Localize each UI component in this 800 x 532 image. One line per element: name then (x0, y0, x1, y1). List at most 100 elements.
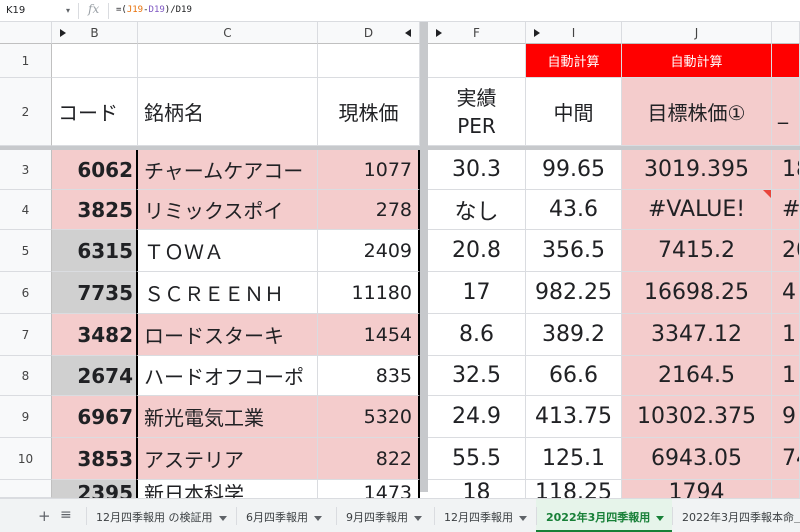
cell-price[interactable]: 11180 (318, 272, 420, 314)
row-header[interactable]: 2 (0, 78, 52, 146)
tab-menu-chevron-icon[interactable] (656, 515, 665, 521)
row-header[interactable]: 1 (0, 44, 52, 78)
cell-price[interactable]: 278 (318, 190, 420, 230)
cell-price[interactable]: 5320 (318, 396, 420, 438)
cell-i1-auto-calc[interactable]: 自動計算 (526, 44, 622, 78)
cell-per[interactable]: なし (428, 190, 526, 230)
tab-menu-chevron-icon[interactable] (519, 515, 527, 521)
cell-target[interactable]: #VALUE! (622, 190, 772, 230)
cell-name[interactable]: ハードオフコーポ (136, 356, 318, 396)
cell-mid[interactable]: 982.25 (526, 272, 622, 314)
frozen-columns-divider[interactable] (420, 22, 428, 492)
collapse-left-icon[interactable] (405, 29, 411, 37)
cell-k[interactable]: 1 (772, 356, 800, 396)
cell-c1[interactable] (138, 44, 318, 78)
cell-name[interactable]: ＴＯＷＡ (136, 230, 318, 272)
cell-target[interactable]: 3019.395 (622, 150, 772, 190)
cell-per[interactable]: 55.5 (428, 438, 526, 480)
column-header-k[interactable] (772, 22, 800, 44)
sheet-tab[interactable]: 6月四季報用 (236, 499, 336, 532)
cell-name[interactable]: ＳＣＲＥＥＮＨ (136, 272, 318, 314)
cell-per[interactable]: 30.3 (428, 150, 526, 190)
cell-target[interactable]: 7415.2 (622, 230, 772, 272)
row-header[interactable]: 3 (0, 150, 52, 190)
tab-menu-chevron-icon[interactable] (218, 515, 227, 521)
cell-name[interactable]: ロードスターキ (136, 314, 318, 356)
cell-k[interactable]: 74 (772, 438, 800, 480)
cell-name[interactable]: チャームケアコー (136, 150, 318, 190)
cell-code[interactable]: 2674 (52, 356, 138, 396)
name-box-dropdown-icon[interactable]: ▾ (66, 6, 70, 15)
cell-code[interactable]: 6315 (52, 230, 138, 272)
cell-c2-name-header[interactable]: 銘柄名 (138, 78, 318, 146)
add-sheet-icon[interactable]: + (38, 507, 51, 525)
cell-per[interactable]: 17 (428, 272, 526, 314)
cell-mid[interactable]: 66.6 (526, 356, 622, 396)
sheet-tab[interactable]: 12月四季報用 の検証用 (86, 499, 236, 532)
cell-per[interactable]: 24.9 (428, 396, 526, 438)
cell-k[interactable]: 20 (772, 230, 800, 272)
cell-per[interactable]: 8.6 (428, 314, 526, 356)
cell-code[interactable]: 3825 (52, 190, 138, 230)
cell-k[interactable]: 18 (772, 150, 800, 190)
row-header[interactable] (0, 480, 52, 498)
row-header[interactable]: 7 (0, 314, 52, 356)
cell-k[interactable]: 1 (772, 314, 800, 356)
cell-f1[interactable] (428, 44, 526, 78)
row-header[interactable]: 10 (0, 438, 52, 480)
tab-menu-chevron-icon[interactable] (414, 515, 422, 521)
error-indicator-icon[interactable] (763, 190, 771, 198)
cell-price[interactable]: 835 (318, 356, 420, 396)
cell-price[interactable]: 1454 (318, 314, 420, 356)
cell-per[interactable]: 20.8 (428, 230, 526, 272)
row-header[interactable]: 8 (0, 356, 52, 396)
tab-menu-chevron-icon[interactable] (314, 515, 322, 521)
expand-right-icon[interactable] (436, 29, 442, 37)
sheet-tab[interactable]: 12月四季報用 (434, 499, 536, 532)
expand-right-icon[interactable] (60, 29, 66, 37)
cell-target[interactable]: 2164.5 (622, 356, 772, 396)
cell-price[interactable]: 2409 (318, 230, 420, 272)
sheet-tab[interactable]: 2022年3月四季報本命＿ (672, 499, 800, 532)
cell-code[interactable]: 7735 (52, 272, 138, 314)
cell-mid[interactable]: 356.5 (526, 230, 622, 272)
column-header-d[interactable]: D (318, 22, 420, 44)
expand-right-icon[interactable] (534, 29, 540, 37)
cell-target[interactable]: 16698.25 (622, 272, 772, 314)
cell-k[interactable]: 9 (772, 396, 800, 438)
cell-mid[interactable]: 389.2 (526, 314, 622, 356)
column-header-j[interactable]: J (622, 22, 772, 44)
cell-j1-auto-calc[interactable]: 自動計算 (622, 44, 772, 78)
column-header-c[interactable]: C (138, 22, 318, 44)
cell-per[interactable]: 32.5 (428, 356, 526, 396)
row-header[interactable]: 6 (0, 272, 52, 314)
row-header[interactable]: 4 (0, 190, 52, 230)
cell-k2-header[interactable]: _ (772, 78, 800, 146)
cell-name[interactable]: リミックスポイ (136, 190, 318, 230)
row-header[interactable]: 9 (0, 396, 52, 438)
cell-code[interactable]: 6062 (52, 150, 138, 190)
cell-code[interactable]: 3853 (52, 438, 138, 480)
cell-b2-code-header[interactable]: コード (52, 78, 138, 146)
cell-k[interactable]: #V (772, 190, 800, 230)
all-sheets-icon[interactable]: ≡ (60, 507, 72, 523)
cell-mid[interactable]: 99.65 (526, 150, 622, 190)
column-header-i[interactable]: I (526, 22, 622, 44)
cell-code[interactable]: 6967 (52, 396, 138, 438)
formula-input[interactable]: =(J19-D19)/D19 (116, 5, 192, 15)
cell-code[interactable]: 3482 (52, 314, 138, 356)
sheet-tab[interactable]: 9月四季報用 (336, 499, 434, 532)
cell-k1[interactable] (772, 44, 800, 78)
cell-j2-target-header[interactable]: 目標株価① (622, 78, 772, 146)
cell-price[interactable]: 822 (318, 438, 420, 480)
select-all-corner[interactable] (0, 22, 52, 44)
sheet-tab[interactable]: 2022年3月四季報用 (536, 499, 672, 532)
cell-mid[interactable]: 125.1 (526, 438, 622, 480)
cell-k[interactable]: 4 (772, 272, 800, 314)
column-header-b[interactable]: B (52, 22, 138, 44)
cell-d2-price-header[interactable]: 現株価 (318, 78, 420, 146)
cell-b1[interactable] (52, 44, 138, 78)
cell-target[interactable]: 10302.375 (622, 396, 772, 438)
cell-d1[interactable] (318, 44, 420, 78)
cell-mid[interactable]: 43.6 (526, 190, 622, 230)
